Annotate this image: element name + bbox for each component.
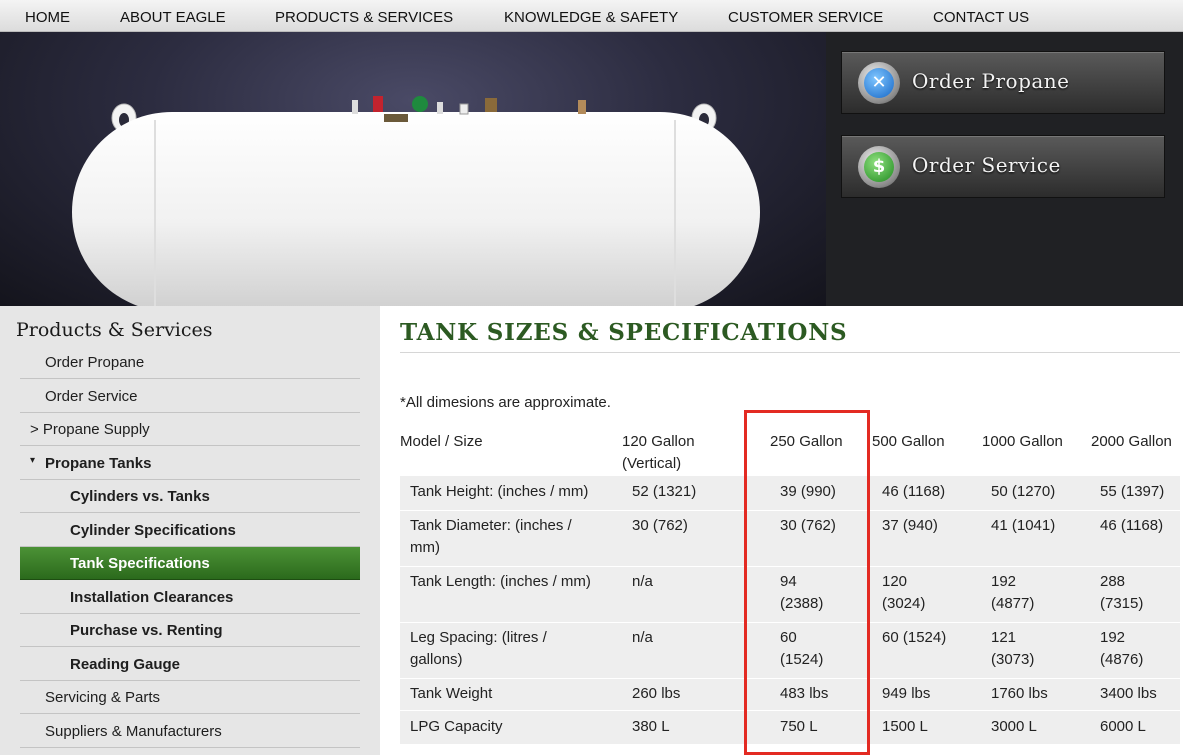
dollar-icon: $ [864, 152, 894, 182]
table-cell: 50 (1270) [991, 483, 1056, 500]
table-row-label: Tank Weight [410, 685, 493, 702]
table-cell: 192 (4877) [991, 573, 1035, 612]
order-propane-button[interactable]: ✕ Order Propane [841, 51, 1165, 114]
table-cell: 120 (3024) [882, 573, 926, 612]
table-cell: n/a [632, 629, 653, 646]
table-cell: 30 (762) [632, 517, 688, 534]
table-cell: 46 (1168) [882, 483, 946, 500]
table-cell: 483 lbs [780, 685, 829, 702]
table-cell: 39 (990) [780, 483, 836, 500]
sidebar-item-order-service[interactable]: Order Service [20, 380, 360, 413]
table-cell: 37 (940) [882, 517, 938, 534]
sidebar-item-propane-tanks[interactable]: ▾ Propane Tanks [20, 447, 360, 480]
table-cell: 3000 L [991, 718, 1037, 735]
table-header-250: 250 Gallon [770, 433, 843, 450]
table-cell: 55 (1397) [1100, 483, 1165, 500]
table-cell: 121 (3073) [991, 629, 1035, 668]
order-propane-badge: ✕ [858, 62, 900, 104]
nav-customer-service[interactable]: CUSTOMER SERVICE [728, 9, 883, 26]
table-cell: 60 (1524) [780, 629, 824, 668]
nav-about-eagle[interactable]: ABOUT EAGLE [120, 9, 226, 26]
top-nav: HOME ABOUT EAGLE PRODUCTS & SERVICES KNO… [0, 0, 1183, 32]
table-cell: 380 L [632, 718, 670, 735]
sidebar-item-suppliers-manufacturers[interactable]: Suppliers & Manufacturers [20, 715, 360, 748]
order-service-button[interactable]: $ Order Service [841, 135, 1165, 198]
propane-tank-image [72, 96, 760, 306]
table-cell: 1760 lbs [991, 685, 1048, 702]
sidebar-item-propane-supply[interactable]: > Propane Supply [20, 413, 360, 446]
table-cell: 260 lbs [632, 685, 681, 702]
table-cell: 750 L [780, 718, 818, 735]
table-row-label: Tank Length: (inches / mm) [410, 573, 591, 590]
table-header-500: 500 Gallon [872, 433, 945, 450]
dimensions-note: *All dimesions are approximate. [400, 394, 611, 411]
order-service-label: Order Service [912, 153, 1061, 177]
table-cell: 192 (4876) [1100, 629, 1144, 668]
sidebar-item-cylinders-vs-tanks[interactable]: Cylinders vs. Tanks [20, 480, 360, 513]
nav-contact-us[interactable]: CONTACT US [933, 9, 1029, 26]
table-header-2000: 2000 Gallon [1091, 433, 1172, 450]
sidebar-item-servicing-parts[interactable]: Servicing & Parts [20, 681, 360, 714]
table-cell: 46 (1168) [1100, 517, 1164, 534]
caret-down-icon: ▾ [30, 455, 36, 466]
tools-icon: ✕ [864, 68, 894, 98]
title-divider [400, 352, 1180, 353]
table-cell: 41 (1041) [991, 517, 1056, 534]
table-row-label: LPG Capacity [410, 718, 503, 735]
table-cell: 949 lbs [882, 685, 931, 702]
page-title: TANK SIZES & SPECIFICATIONS [400, 319, 848, 346]
nav-products-services[interactable]: PRODUCTS & SERVICES [275, 9, 453, 26]
nav-knowledge-safety[interactable]: KNOWLEDGE & SAFETY [504, 9, 678, 26]
sidebar: Products & Services Order Propane Order … [0, 306, 380, 755]
sidebar-item-tank-specifications[interactable]: Tank Specifications [20, 547, 360, 580]
table-cell: 6000 L [1100, 718, 1146, 735]
sidebar-item-order-propane[interactable]: Order Propane [20, 346, 360, 379]
table-header-120: 120 Gallon (Vertical) [622, 433, 695, 472]
sidebar-item-reading-gauge[interactable]: Reading Gauge [20, 648, 360, 681]
sidebar-title: Products & Services [16, 319, 213, 341]
sidebar-item-cylinder-specifications[interactable]: Cylinder Specifications [20, 514, 360, 547]
table-row-label: Leg Spacing: (litres / gallons) [410, 629, 547, 668]
order-propane-label: Order Propane [912, 69, 1070, 93]
table-cell: 52 (1321) [632, 483, 697, 500]
sidebar-item-installation-clearances[interactable]: Installation Clearances [20, 581, 360, 614]
order-panel: ✕ Order Propane $ Order Service [826, 32, 1183, 306]
table-cell: 94 (2388) [780, 573, 824, 612]
hero-image [0, 32, 826, 306]
order-service-badge: $ [858, 146, 900, 188]
table-header-model: Model / Size [400, 433, 483, 450]
table-header-1000: 1000 Gallon [982, 433, 1063, 450]
table-cell: n/a [632, 573, 653, 590]
table-cell: 3400 lbs [1100, 685, 1157, 702]
table-cell: 288 (7315) [1100, 573, 1144, 612]
table-row-label: Tank Diameter: (inches / mm) [410, 517, 572, 556]
table-cell: 30 (762) [780, 517, 836, 534]
sidebar-item-purchase-vs-renting[interactable]: Purchase vs. Renting [20, 614, 360, 647]
table-row-label: Tank Height: (inches / mm) [410, 483, 589, 500]
table-cell: 1500 L [882, 718, 928, 735]
nav-home[interactable]: HOME [25, 9, 70, 26]
table-cell: 60 (1524) [882, 629, 947, 646]
